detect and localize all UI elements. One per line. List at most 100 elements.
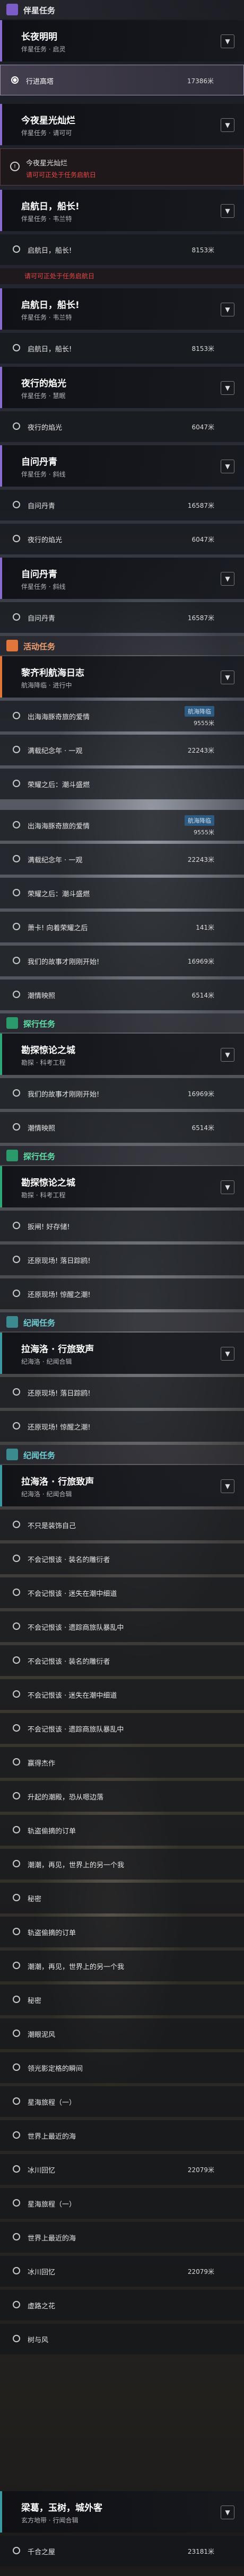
- objective-row[interactable]: 星海旅程（一）: [0, 2188, 244, 2219]
- quest-card[interactable]: 梁葛，玉树，城外客 玄方地带 · 行闻合辑 ▼: [0, 2491, 244, 2533]
- quest-card[interactable]: 勘探惊论之城 勘探 · 科考工程 ▼: [0, 1034, 244, 1075]
- objective-row[interactable]: 自问丹青 16587米: [0, 490, 244, 521]
- chevron-down-icon[interactable]: ▼: [221, 460, 234, 473]
- section-header[interactable]: 探行任务: [0, 1013, 244, 1033]
- objective-row[interactable]: 轨盗偷摘的订单: [0, 1815, 244, 1846]
- objective-row[interactable]: 还原现场! 惊醒之潮!: [0, 1411, 244, 1442]
- objective-row[interactable]: 秘密: [0, 1984, 244, 2015]
- objective-row[interactable]: 夜行的焰光 6047米: [0, 524, 244, 554]
- section-header[interactable]: 纪闻任务: [0, 1312, 244, 1331]
- quest-title: 启航日，船长!: [21, 201, 80, 212]
- objective-row[interactable]: 我们的故事才刚刚开始! 16969米: [0, 1078, 244, 1109]
- objective-row[interactable]: 满载纪念年 · 一观 22243米: [0, 735, 244, 765]
- objective-row[interactable]: 星海旅程（一）: [0, 2086, 244, 2117]
- objective-row[interactable]: 荣耀之后：潮斗盛燃: [0, 878, 244, 908]
- objective-row[interactable]: 还原现场! 落日踪鸥!: [0, 1245, 244, 1275]
- quest-subtitle: 玄方地带 · 行闻合辑: [21, 2517, 79, 2524]
- objective-row[interactable]: 不会记恨该 · 遗踪商旅队暴乱中: [0, 1611, 244, 1642]
- objective-row[interactable]: 升起的潮殿，恐从嗯边落: [0, 1781, 244, 1812]
- chevron-down-icon[interactable]: ▼: [221, 381, 234, 395]
- quest-card[interactable]: 黎齐利航海日志 航海降临 · 进行中 ▼: [0, 656, 244, 698]
- section-icon: [6, 1449, 18, 1460]
- chevron-down-icon[interactable]: ▼: [221, 303, 234, 316]
- objective-label: 世界上最近的海: [28, 2235, 76, 2243]
- chevron-down-icon[interactable]: ▼: [221, 572, 234, 586]
- objective-row[interactable]: 世界上最近的海: [0, 2120, 244, 2151]
- radio-icon: [13, 1123, 20, 1131]
- objective-row[interactable]: 启航日，船长! 8153米: [0, 333, 244, 364]
- objective-row[interactable]: 不只是装饰自己: [0, 1510, 244, 1540]
- chevron-down-icon[interactable]: ▼: [221, 1479, 234, 1493]
- objective-row[interactable]: 行进高塔 17386米: [0, 65, 244, 95]
- chevron-down-icon[interactable]: ▼: [221, 34, 234, 48]
- objective-row[interactable]: 出海海豚奇旅的爱情 航海降临 9555米: [0, 810, 244, 841]
- section-header[interactable]: 纪闻任务: [0, 1445, 244, 1464]
- radio-icon: [13, 746, 20, 753]
- objective-row[interactable]: 还原现场! 惊醒之潮!: [0, 1278, 244, 1309]
- objective-row[interactable]: 荣耀之后：潮斗盛燃: [0, 769, 244, 799]
- objective-row[interactable]: 不会记恨该 · 装名的雕衍者: [0, 1543, 244, 1574]
- objective-row[interactable]: 我们的故事才刚刚开始! 16969米: [0, 946, 244, 976]
- objective-distance: 6514米: [191, 992, 214, 999]
- quest-card[interactable]: 自问丹青 伴星任务 · 斜线 ▼: [0, 558, 244, 599]
- objective-row[interactable]: 不会记恨该 · 装名的雕衍者: [0, 1645, 244, 1676]
- quest-subtitle: 勘探 · 科考工程: [21, 1059, 66, 1066]
- objective-row[interactable]: 扳闸! 好存储!: [0, 1211, 244, 1241]
- chevron-down-icon[interactable]: ▼: [221, 1048, 234, 1062]
- objective-row[interactable]: 夜行的焰光 6047米: [0, 411, 244, 442]
- objective-row[interactable]: 领光影定格的瞬间: [0, 2052, 244, 2083]
- quest-title: 长夜明明: [21, 32, 57, 42]
- objective-row[interactable]: 潮情映照 6514米: [0, 1112, 244, 1143]
- objective-row[interactable]: 树与风: [0, 2324, 244, 2354]
- section-header[interactable]: 伴星任务: [0, 0, 244, 19]
- objective-row[interactable]: 冰川回忆 22079米: [0, 2256, 244, 2287]
- quest-card[interactable]: 勘探惊论之城 勘探 · 科考工程 ▼: [0, 1166, 244, 1207]
- quest-card[interactable]: 长夜明明 伴星任务 · 启灵 ▼: [0, 20, 244, 61]
- quest-card[interactable]: 拉海洛 · 行旅致声 纪海洛 · 纪闻合辑 ▼: [0, 1333, 244, 1374]
- quest-card[interactable]: 拉海洛 · 行旅致声 纪海洛 · 纪闻合辑 ▼: [0, 1465, 244, 1506]
- objective-row[interactable]: 启航日，船长! 8153米: [0, 234, 244, 265]
- objective-row[interactable]: 千合之屋 23181米: [0, 2536, 244, 2566]
- objective-label: 夜行的焰光: [28, 536, 63, 544]
- objective-row[interactable]: 潮情映照 6514米: [0, 980, 244, 1010]
- objective-row[interactable]: 潮眼泥风: [0, 2018, 244, 2049]
- chevron-down-icon[interactable]: ▼: [221, 671, 234, 684]
- chevron-down-icon[interactable]: ▼: [221, 2506, 234, 2519]
- objective-distance: 22243米: [187, 747, 214, 754]
- objective-row[interactable]: 赢得杰作: [0, 1747, 244, 1778]
- objective-row[interactable]: 潮潮，再见，世界上的另一个我: [0, 1951, 244, 1981]
- objective-row[interactable]: 不会记恨该 · 迷失在潮中细道: [0, 1679, 244, 1710]
- objective-row[interactable]: 还原现场! 落日踪鸥!: [0, 1377, 244, 1408]
- chevron-down-icon[interactable]: ▼: [221, 1180, 234, 1194]
- chevron-down-icon[interactable]: ▼: [221, 1347, 234, 1361]
- quest-card[interactable]: 启航日，船长! 伴星任务 · 韦兰特 ▼: [0, 288, 244, 330]
- quest-card[interactable]: 启航日，船长! 伴星任务 · 韦兰特 ▼: [0, 190, 244, 231]
- objective-row[interactable]: 虚路之花: [0, 2290, 244, 2321]
- chevron-down-icon[interactable]: ▼: [221, 204, 234, 218]
- objective-row[interactable]: 冰川回忆 22079米: [0, 2154, 244, 2185]
- quest-subtitle: 纪海洛 · 纪闻合辑: [21, 1490, 72, 1498]
- objective-row[interactable]: 满载纪念年 · 一观 22243米: [0, 844, 244, 875]
- objective-row[interactable]: 世界上最近的海: [0, 2222, 244, 2253]
- objective-row[interactable]: 萧卡! 向着荣耀之后 141米: [0, 912, 244, 942]
- section-header[interactable]: 活动任务: [0, 636, 244, 655]
- quest-card[interactable]: 自问丹青 伴星任务 · 斜线 ▼: [0, 445, 244, 487]
- blocked-objective[interactable]: ! 今夜星光灿烂 请可可正处于任务启航日: [0, 148, 244, 186]
- section-header[interactable]: 探行任务: [0, 1146, 244, 1165]
- objective-row[interactable]: 秘密: [0, 1883, 244, 1913]
- objective-label: 出海海豚奇旅的爱情: [28, 823, 90, 831]
- objective-row[interactable]: 轨盗偷摘的订单: [0, 1917, 244, 1947]
- chevron-down-icon[interactable]: ▼: [221, 118, 234, 132]
- objective-row[interactable]: 出海海豚奇旅的爱情 航海降临 9555米: [0, 701, 244, 731]
- objective-row[interactable]: 不会记恨该 · 遗踪商旅队暴乱中: [0, 1713, 244, 1744]
- quest-card[interactable]: 夜行的焰光 伴星任务 · 慧眠 ▼: [0, 367, 244, 408]
- radio-icon: [13, 1962, 20, 1969]
- radio-icon: [13, 1656, 20, 1664]
- objective-row[interactable]: 潮潮，再见，世界上的另一个我: [0, 1849, 244, 1880]
- quest-card[interactable]: 今夜星光灿烂 伴星任务 · 请可可 ▼: [0, 104, 244, 145]
- radio-icon: [13, 2030, 20, 2037]
- objective-distance: 16587米: [187, 502, 214, 509]
- radio-icon: [13, 535, 20, 542]
- objective-row[interactable]: 不会记恨该 · 迷失在潮中细道: [0, 1577, 244, 1608]
- objective-row[interactable]: 自问丹青 16587米: [0, 602, 244, 633]
